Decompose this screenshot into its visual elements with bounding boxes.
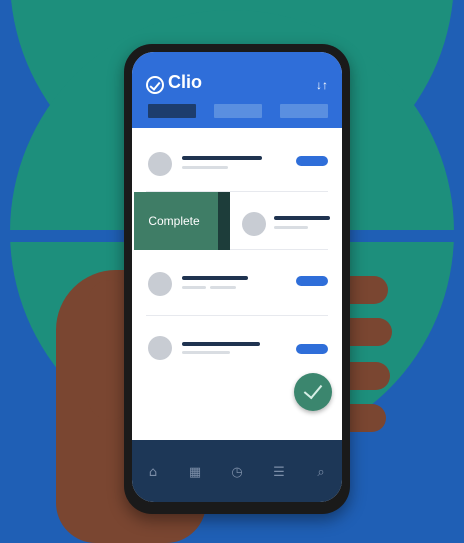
check-circle-icon	[146, 76, 164, 94]
swipe-edge	[218, 192, 230, 250]
placeholder-text	[182, 286, 206, 289]
divider	[146, 315, 328, 316]
home-icon[interactable]: ⌂	[145, 465, 161, 481]
bottom-navigation: ⌂ ▦ ◷ ☰ ⌕	[132, 440, 342, 502]
list-item[interactable]	[132, 252, 342, 322]
clock-icon[interactable]: ◷	[229, 465, 245, 481]
tab-3[interactable]	[280, 104, 328, 118]
placeholder-text	[182, 166, 228, 169]
placeholder-text	[274, 216, 330, 220]
placeholder-text	[182, 351, 230, 354]
placeholder-text	[182, 156, 262, 160]
placeholder-text	[210, 286, 236, 289]
search-icon[interactable]: ⌕	[313, 465, 329, 481]
status-pill	[296, 344, 328, 354]
placeholder-text	[182, 276, 248, 280]
tab-1[interactable]	[148, 104, 196, 118]
phone-screen: Clio ↓↑ ⌂ ▦ ◷ ☰ ⌕	[132, 52, 342, 502]
complete-label: Complete	[148, 214, 200, 228]
avatar	[242, 212, 266, 236]
list-icon[interactable]: ☰	[271, 465, 287, 481]
status-pill	[296, 276, 328, 286]
avatar	[148, 152, 172, 176]
avatar	[148, 336, 172, 360]
tab-2[interactable]	[214, 104, 262, 118]
calendar-icon[interactable]: ▦	[187, 465, 203, 481]
app-logo-text: Clio	[168, 72, 202, 92]
sort-icon[interactable]: ↓↑	[316, 78, 328, 92]
complete-swipe-action[interactable]: Complete	[134, 192, 230, 250]
list-item[interactable]	[132, 128, 342, 198]
check-fab-button[interactable]	[294, 373, 332, 411]
placeholder-text	[274, 226, 308, 229]
avatar	[148, 272, 172, 296]
status-pill	[296, 156, 328, 166]
placeholder-text	[182, 342, 260, 346]
app-header: Clio ↓↑	[132, 52, 342, 128]
